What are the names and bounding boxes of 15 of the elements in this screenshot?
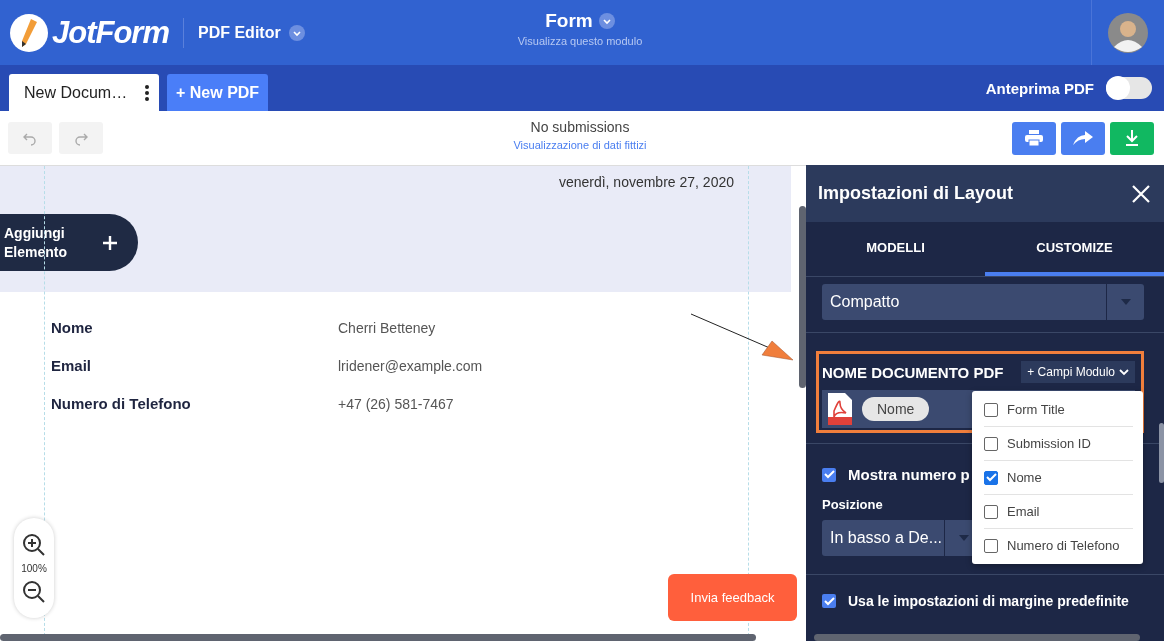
checkbox-label: Usa le impostazioni di margine predefinite [848, 593, 1129, 609]
field-label: Numero di Telefono [51, 395, 192, 412]
field-label: Email [51, 357, 93, 374]
field-value: Cherri Betteney [338, 319, 436, 336]
field-label: Nome [51, 319, 94, 336]
checkbox-label: Mostra numero p [848, 466, 970, 483]
field-value: lridener@example.com [338, 357, 483, 374]
field-value: +47 (26) 581-7467 [338, 395, 454, 412]
submissions-status: No submissions [530, 119, 630, 135]
panel-title: Impostazioni di Layout [818, 183, 1013, 204]
zoom-level: 100% [21, 562, 47, 574]
section-label: NOME DOCUMENTO PDF [822, 363, 1004, 381]
position-label: Posizione [822, 497, 883, 512]
preview-label: Anteprima PDF [985, 79, 1094, 97]
document-date: venerdì, novembre 27, 2020 [558, 174, 734, 190]
